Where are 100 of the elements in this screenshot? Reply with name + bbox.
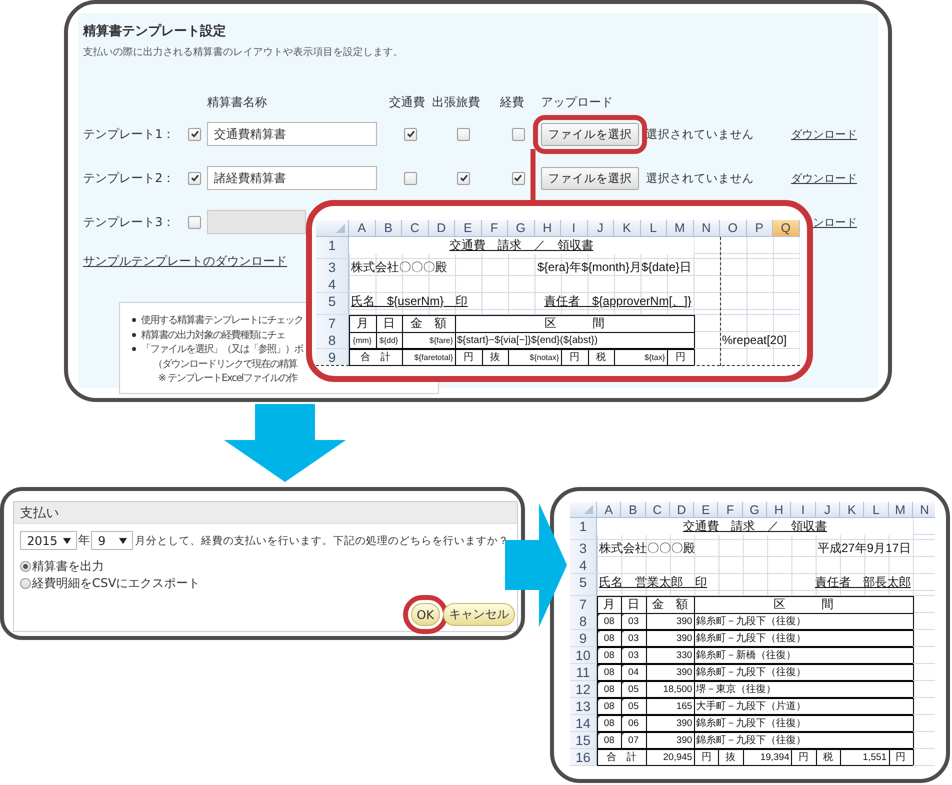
sheet-cell: 税 [588,349,614,365]
row-number[interactable]: 3 [570,540,597,557]
row-number[interactable]: 1 [570,518,597,535]
radio-button[interactable] [20,578,31,589]
select-all-corner[interactable] [570,502,597,517]
column-header[interactable]: P [746,220,773,236]
column-header[interactable]: L [864,502,889,517]
column-header[interactable]: N [912,502,935,517]
checkbox[interactable] [512,128,524,140]
sheet-cell: 抜 [718,749,743,765]
row-number[interactable]: 4 [570,557,597,573]
checkbox[interactable] [188,128,201,140]
sheet-cell: 錦糸町－九段下（往復） [694,715,913,731]
column-header[interactable]: M [888,502,913,517]
column-header[interactable]: F [482,220,508,236]
template-name-field[interactable]: 諸経費精算書 [207,166,377,190]
month-select[interactable]: 9 [91,531,133,550]
row-number[interactable]: 5 [570,574,597,591]
radio-button[interactable] [20,561,31,572]
row-number[interactable]: 13 [570,698,597,714]
column-header: 出張旅費 [432,94,480,110]
column-header[interactable]: K [614,220,640,236]
column-header[interactable]: E [455,220,482,236]
dialog-button[interactable]: キャンセル [443,603,515,626]
row-number[interactable]: 1 [316,237,349,254]
row-number[interactable]: 3 [316,259,349,276]
sheet-cell: 錦糸町－九段下（往復） [694,664,913,680]
checkbox[interactable] [512,172,524,184]
column-header[interactable]: H [534,220,561,236]
row-number[interactable]: 15 [570,732,597,748]
column-header[interactable]: B [376,220,402,236]
sheet-cell: 錦糸町－九段下（往復） [694,630,913,646]
checkbox[interactable] [457,172,470,184]
column-header[interactable]: J [816,502,840,517]
row-number[interactable]: 16 [570,749,597,765]
sheet-cell: 円 [694,749,718,765]
column-header[interactable]: G [508,220,534,236]
download-link[interactable]: ダウンロード [791,126,857,142]
column-header[interactable]: O [720,220,746,236]
sheet-cell: 区 間 [694,596,913,613]
sheet-cell-text: 氏名 ${userNm} 印 [350,293,469,310]
column-header[interactable]: K [840,502,864,517]
sheet-title: 交通費 請求 ／ 領収書 [349,237,694,254]
template-name-field[interactable]: 交通費精算書 [207,122,377,146]
column-header[interactable]: A [597,502,622,517]
file-select-button[interactable]: ファイルを選択 [541,122,639,146]
column-header[interactable]: M [667,220,694,236]
sheet-cell-text: ${era}年${month}月${date}日 [536,259,692,276]
sheet-cell: 06 [621,715,646,731]
sheet-cell: 165 [646,698,694,714]
column-header[interactable]: G [742,502,768,517]
column-header[interactable]: F [718,502,743,517]
sheet-cell: ${dd} [376,332,402,348]
checkbox[interactable] [188,172,201,184]
row-number[interactable]: 9 [570,630,597,646]
sheet-cell-text: 株式会社〇〇〇殿 [598,540,696,557]
column-header[interactable]: A [349,220,376,236]
sheet-cell: 円 [888,749,913,765]
column-header[interactable]: C [646,502,670,517]
column-header[interactable]: I [791,502,816,517]
column-header[interactable]: B [621,502,646,517]
sheet-cell: 390 [646,630,694,646]
sheet-cell: 錦糸町－九段下（往復） [694,613,913,629]
sheet-cell: ${notax} [508,349,561,365]
sheet-cell: 税 [816,749,840,765]
column-header[interactable]: I [561,220,588,236]
column-header[interactable]: D [428,220,455,236]
option-label[interactable]: 精算書を出力 [32,558,104,575]
column-header[interactable]: H [767,502,792,517]
select-all-corner[interactable] [316,220,349,236]
row-number[interactable]: 12 [570,681,597,697]
sheet-cell: 03 [621,630,646,646]
year-select[interactable]: 2015 [20,531,77,550]
option-label[interactable]: 経費明細をCSVにエクスポート [32,575,200,592]
checkbox[interactable] [404,172,417,184]
checkbox[interactable] [404,128,417,140]
row-number[interactable]: 10 [570,647,597,663]
column-header[interactable]: C [402,220,428,236]
checkbox[interactable] [457,128,470,140]
column-header[interactable]: D [670,502,694,517]
sheet-cell-text: %repeat[20] [721,332,788,348]
row-number[interactable]: 5 [316,293,349,310]
row-number[interactable]: 7 [570,596,597,613]
column-header[interactable]: J [588,220,614,236]
column-header[interactable]: L [640,220,667,236]
sheet-cell-text: 責任者 ${approverNm[、]} [543,293,692,310]
row-number[interactable]: 14 [570,715,597,731]
column-header[interactable]: Q [773,220,800,236]
row-number[interactable]: 8 [570,613,597,629]
column-header[interactable]: E [694,502,718,517]
row-number[interactable]: 11 [570,664,597,680]
file-select-button[interactable]: ファイルを選択 [541,166,639,190]
row-number[interactable]: 9 [316,349,349,365]
row-number[interactable]: 7 [316,315,349,332]
download-link[interactable]: ダウンロード [791,170,857,186]
template-label: テンプレート1： [83,126,175,142]
row-number[interactable]: 8 [316,332,349,348]
row-number[interactable]: 4 [316,276,349,292]
sample-download-link[interactable]: サンプルテンプレートのダウンロード [83,253,287,270]
column-header[interactable]: N [694,220,720,236]
